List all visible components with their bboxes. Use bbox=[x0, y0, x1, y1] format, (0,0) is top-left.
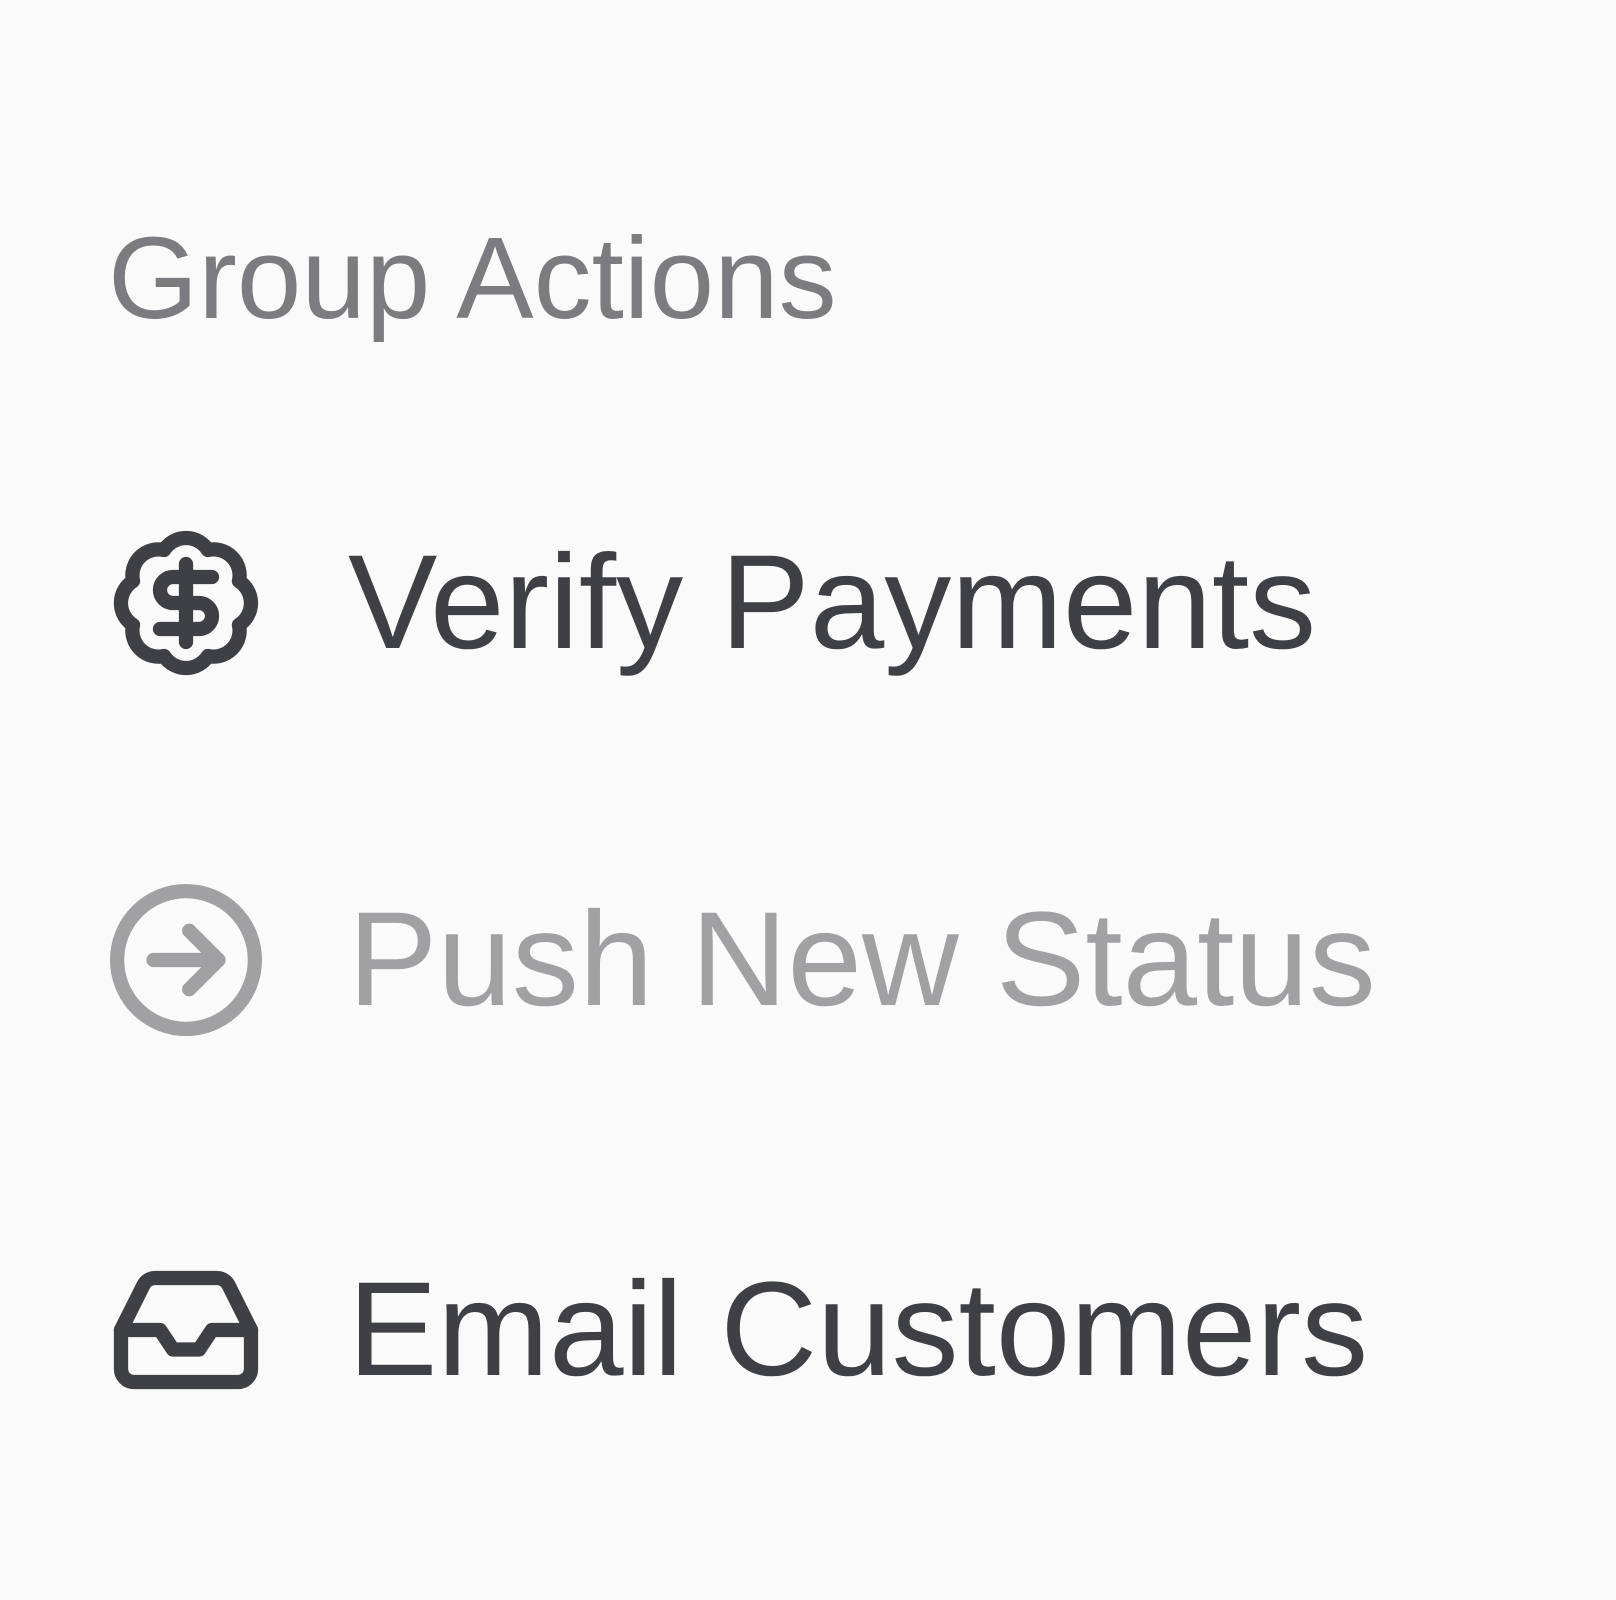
verify-payments-label: Verify Payments bbox=[348, 528, 1317, 677]
verify-payments-action[interactable]: Verify Payments bbox=[108, 523, 1528, 683]
email-customers-action[interactable]: Email Customers bbox=[108, 1250, 1528, 1410]
push-new-status-action[interactable]: Push New Status bbox=[108, 880, 1528, 1040]
section-title: Group Actions bbox=[108, 213, 837, 343]
push-new-status-label: Push New Status bbox=[348, 885, 1376, 1034]
circle-arrow-right-icon bbox=[108, 882, 264, 1038]
badge-dollar-icon bbox=[108, 525, 264, 681]
email-customers-label: Email Customers bbox=[348, 1255, 1369, 1404]
group-actions-panel: Group Actions Verify Payments Push New S… bbox=[0, 0, 1616, 1600]
inbox-icon bbox=[108, 1252, 264, 1408]
